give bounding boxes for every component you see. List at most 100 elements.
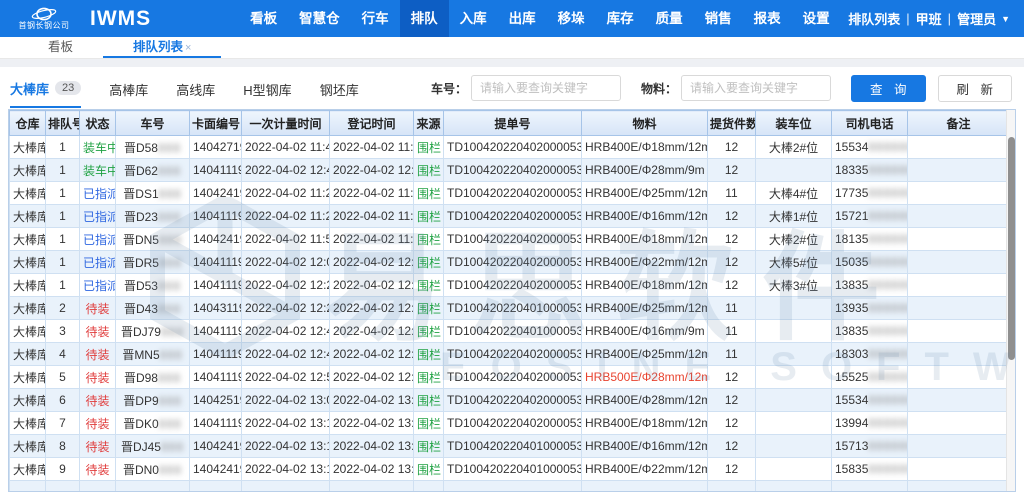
cell-bill-no: TD10042022040100005315 bbox=[444, 458, 582, 481]
product-title: IWMS bbox=[90, 7, 151, 31]
table-row[interactable]: 大棒库1已指派晋DR5888140411192022-04-02 12:0220… bbox=[10, 251, 1010, 274]
redacted-plate-digits: 888 bbox=[161, 325, 184, 339]
nav-item-报表[interactable]: 报表 bbox=[743, 0, 792, 37]
cell-material: HRB400E/Φ25mm/12m bbox=[582, 182, 708, 205]
count-badge: 23 bbox=[55, 81, 81, 95]
table-row[interactable]: 大棒库6待装晋DP9888140425192022-04-02 13:09202… bbox=[10, 389, 1010, 412]
warehouse-tab-大棒库[interactable]: 大棒库23 bbox=[10, 69, 81, 108]
cell-empty bbox=[242, 481, 330, 492]
redacted-phone-digits: 888888 bbox=[868, 439, 907, 453]
warehouse-tab-H型钢库[interactable]: H型钢库 bbox=[243, 70, 291, 107]
column-header-提单号: 提单号 bbox=[444, 111, 582, 136]
table-row[interactable]: 大棒库7待装晋DK0888140411192022-04-02 13:11202… bbox=[10, 412, 1010, 435]
table-row[interactable]: 大棒库1已指派晋DN5888140424192022-04-02 11:5320… bbox=[10, 228, 1010, 251]
column-header-排队号: 排队号 bbox=[46, 111, 80, 136]
cell-empty bbox=[116, 481, 190, 492]
redacted-plate-digits: 888 bbox=[158, 210, 181, 224]
table-row[interactable]: 大棒库2待装晋D43888140431192022-04-02 12:24202… bbox=[10, 297, 1010, 320]
table-row[interactable]: 大棒库5待装晋D98888140411192022-04-02 12:50202… bbox=[10, 366, 1010, 389]
cell-plate: 晋D98888 bbox=[116, 366, 190, 389]
scrollbar-thumb[interactable] bbox=[1008, 137, 1015, 360]
cell-qty: 12 bbox=[708, 159, 756, 182]
cell-dock: 大棒1#位 bbox=[756, 205, 832, 228]
cell-status: 待装 bbox=[80, 458, 116, 481]
cell-note bbox=[908, 297, 1010, 320]
cell-bill-no: TD10042022040200005319 bbox=[444, 228, 582, 251]
cell-card-no: 14043119 bbox=[190, 297, 242, 320]
cell-phone: 15835888888 bbox=[832, 458, 908, 481]
user-info[interactable]: 排队列表|甲班|管理员▼ bbox=[848, 9, 1010, 28]
redacted-plate-digits: 888 bbox=[159, 417, 182, 431]
tab-排队列表[interactable]: 排队列表× bbox=[103, 37, 221, 58]
redacted-plate-digits: 888 bbox=[159, 256, 182, 270]
refresh-button[interactable]: 刷 新 bbox=[938, 75, 1012, 102]
table-row[interactable]: 大棒库1已指派晋D23888140411192022-04-02 11:2820… bbox=[10, 205, 1010, 228]
nav-item-质量[interactable]: 质量 bbox=[645, 0, 694, 37]
table-row[interactable]: 大棒库4待装晋MN5888140411192022-04-02 12:49202… bbox=[10, 343, 1010, 366]
column-header-装车位: 装车位 bbox=[756, 111, 832, 136]
nav-item-排队[interactable]: 排队 bbox=[400, 0, 449, 37]
column-header-物料: 物料 bbox=[582, 111, 708, 136]
table-row[interactable]: 大棒库1已指派晋DS1888140424192022-04-02 11:2620… bbox=[10, 182, 1010, 205]
nav-item-行车[interactable]: 行车 bbox=[351, 0, 400, 37]
table-row[interactable]: 大棒库8待装晋DJ45888140424192022-04-02 13:1520… bbox=[10, 435, 1010, 458]
nav-item-设置[interactable]: 设置 bbox=[792, 0, 841, 37]
cell-qty: 12 bbox=[708, 458, 756, 481]
warehouse-tab-钢坯库[interactable]: 钢坯库 bbox=[320, 70, 359, 107]
cell-queue-no: 4 bbox=[46, 343, 80, 366]
redacted-plate-digits: 888 bbox=[161, 440, 184, 454]
caret-down-icon[interactable]: ▼ bbox=[1001, 14, 1010, 24]
warehouse-tab-高棒库[interactable]: 高棒库 bbox=[109, 70, 148, 107]
tab-看板[interactable]: 看板 bbox=[18, 37, 103, 58]
cell-bill-no: TD10042022040200005319 bbox=[444, 205, 582, 228]
globe-orbit-icon bbox=[31, 7, 57, 21]
plate-search-input[interactable] bbox=[471, 75, 621, 101]
cell-weigh-time: 2022-04-02 13:09 bbox=[242, 389, 330, 412]
cell-plate: 晋DJ45888 bbox=[116, 435, 190, 458]
cell-queue-no: 7 bbox=[46, 412, 80, 435]
queue-list-panel: 大棒库23高棒库高线库H型钢库钢坯库 车号： 物料： 查 询 刷 新 仓库排队号… bbox=[0, 67, 1024, 492]
cell-source: 围栏 bbox=[414, 297, 444, 320]
user-info-item[interactable]: 管理员 bbox=[957, 9, 996, 28]
cell-register-time: 2022-04-02 12:02 bbox=[330, 251, 414, 274]
cell-qty: 11 bbox=[708, 297, 756, 320]
nav-item-出库[interactable]: 出库 bbox=[498, 0, 547, 37]
vertical-scrollbar[interactable] bbox=[1006, 110, 1015, 491]
cell-phone: 15534888888 bbox=[832, 136, 908, 159]
nav-item-入库[interactable]: 入库 bbox=[449, 0, 498, 37]
cell-queue-no: 1 bbox=[46, 136, 80, 159]
search-button[interactable]: 查 询 bbox=[851, 75, 925, 102]
column-header-备注: 备注 bbox=[908, 111, 1010, 136]
cell-note bbox=[908, 136, 1010, 159]
nav-item-库存[interactable]: 库存 bbox=[596, 0, 645, 37]
cell-queue-no: 1 bbox=[46, 205, 80, 228]
user-info-item[interactable]: 甲班 bbox=[916, 9, 942, 28]
nav-item-看板[interactable]: 看板 bbox=[239, 0, 288, 37]
cell-warehouse: 大棒库 bbox=[10, 412, 46, 435]
table-row[interactable]: 大棒库1装车中晋D58888140427192022-04-02 11:4320… bbox=[10, 136, 1010, 159]
cell-dock: 大棒2#位 bbox=[756, 136, 832, 159]
cell-queue-no: 9 bbox=[46, 458, 80, 481]
table-row[interactable]: 大棒库3待装晋DJ79888140411192022-04-02 12:4120… bbox=[10, 320, 1010, 343]
cell-material: HRB400E/Φ22mm/12m bbox=[582, 251, 708, 274]
redacted-plate-digits: 888 bbox=[160, 348, 183, 362]
user-info-separator: | bbox=[906, 11, 909, 26]
table-row[interactable]: 大棒库1装车中晋D62888140411192022-04-02 12:4620… bbox=[10, 159, 1010, 182]
nav-item-智慧仓[interactable]: 智慧仓 bbox=[288, 0, 351, 37]
nav-item-移垛[interactable]: 移垛 bbox=[547, 0, 596, 37]
redacted-plate-digits: 888 bbox=[159, 187, 182, 201]
cell-warehouse: 大棒库 bbox=[10, 343, 46, 366]
user-info-item[interactable]: 排队列表 bbox=[848, 9, 900, 28]
cell-register-time: 2022-04-02 13:19 bbox=[330, 458, 414, 481]
cell-card-no: 14042519 bbox=[190, 389, 242, 412]
cell-bill-no: TD10042022040200005319 bbox=[444, 159, 582, 182]
warehouse-tab-高线库[interactable]: 高线库 bbox=[176, 70, 215, 107]
cell-plate: 晋MN5888 bbox=[116, 343, 190, 366]
material-search-input[interactable] bbox=[681, 75, 831, 101]
nav-item-销售[interactable]: 销售 bbox=[694, 0, 743, 37]
table-row[interactable]: 大棒库1已指派晋D53888140411192022-04-02 12:2120… bbox=[10, 274, 1010, 297]
close-tab-icon[interactable]: × bbox=[185, 42, 191, 54]
cell-register-time: 2022-04-02 11:26 bbox=[330, 182, 414, 205]
cell-plate: 晋D23888 bbox=[116, 205, 190, 228]
table-row[interactable]: 大棒库9待装晋DN0888140424192022-04-02 13:18202… bbox=[10, 458, 1010, 481]
